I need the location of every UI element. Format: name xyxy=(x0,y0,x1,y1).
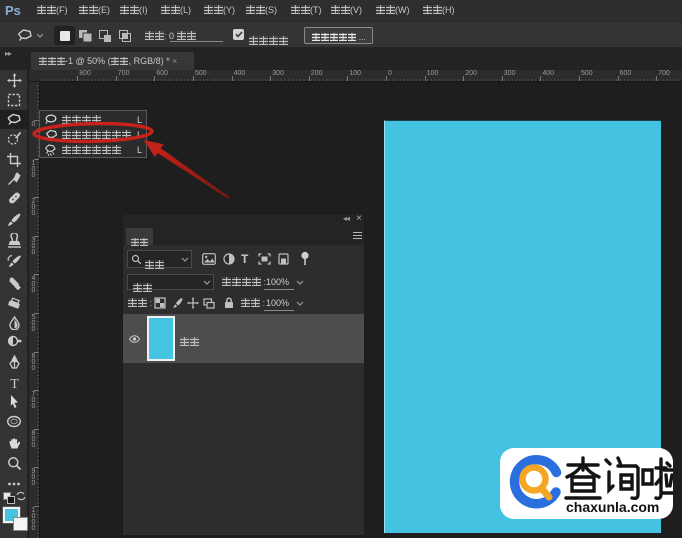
svg-text:T: T xyxy=(10,377,19,390)
svg-text:chaxunla.com: chaxunla.com xyxy=(566,499,659,515)
